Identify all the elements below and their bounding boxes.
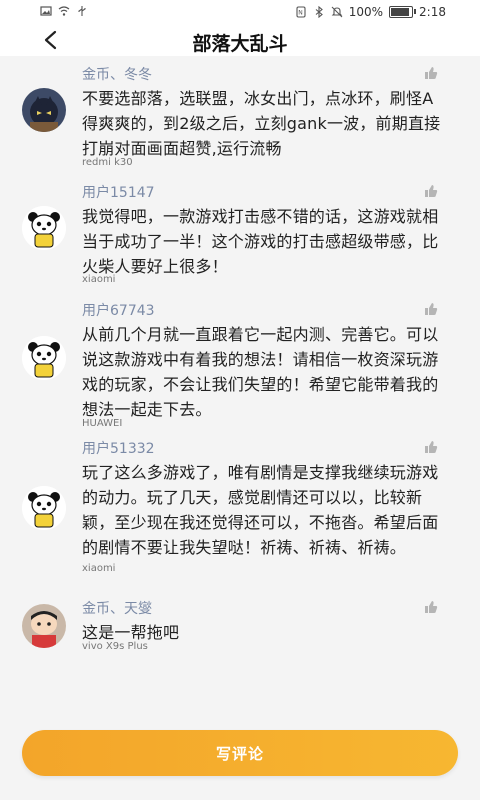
status-bar: N 100% 2:18 [0,0,480,26]
comment-item: 用户15147 我觉得吧，一款游戏打击感不错的话，这游戏就相当于成功了一半！这个… [0,182,480,285]
usb-icon [78,6,86,16]
comment-username[interactable]: 金币、天燮 [82,598,152,618]
panda-avatar-icon [22,206,66,250]
status-bar-notifications [40,5,88,17]
user-avatar[interactable] [22,336,66,380]
thumbs-up-icon[interactable] [424,600,438,614]
panda-avatar-icon [22,336,66,380]
comment-text: 不要选部落，选联盟，冰女出门，点冰环，刷怪A得爽爽的，到2级之后，立刻gank一… [82,89,441,158]
user-avatar[interactable] [22,604,66,648]
comment-device: vivo X9s Plus [82,641,148,652]
battery-icon [389,6,417,18]
comment-username[interactable]: 金币、冬冬 [82,64,152,84]
comment-item: 金币、天燮 这是一帮拖吧 vivo X9s Plus [0,598,480,658]
comment-device: redmi k30 [82,157,133,168]
user-avatar[interactable] [22,206,66,250]
comment-username[interactable]: 用户51332 [82,438,155,458]
comment-item: 用户67743 从前几个月就一直跟着它一起内测、完善它。可以说这款游戏中有着我的… [0,300,480,429]
battery-percentage: 100% [348,5,384,19]
user-avatar[interactable] [22,486,66,530]
mute-icon [331,6,343,18]
comment-username[interactable]: 用户15147 [82,182,155,202]
bluetooth-icon [315,6,323,18]
user-avatar[interactable] [22,88,66,132]
comment-device: HUAWEI [82,418,123,429]
comment-item: 金币、冬冬 不要选部落，选联盟，冰女出门，点冰环，刷怪A得爽爽的，到2级之后，立… [0,64,480,176]
svg-text:N: N [298,10,303,17]
comment-text: 玩了这么多游戏了，唯有剧情是支撑我继续玩游戏的动力。玩了几天，感觉剧情还可以以，… [82,463,439,557]
comment-text: 从前几个月就一直跟着它一起内测、完善它。可以说这款游戏中有着我的想法！请相信一枚… [82,325,439,419]
panda-avatar-icon [22,486,66,530]
comment-username[interactable]: 用户67743 [82,300,155,320]
thumbs-up-icon[interactable] [424,440,438,454]
image-notification-icon [40,6,52,16]
page-title: 部落大乱斗 [192,33,288,55]
comment-text: 我觉得吧，一款游戏打击感不错的话，这游戏就相当于成功了一半！这个游戏的打击感超级… [82,207,439,276]
cartoon-kid-avatar-icon [22,604,66,648]
page-header: 部落大乱斗 [0,26,480,56]
comment-item: 用户51332 玩了这么多游戏了，唯有剧情是支撑我继续玩游戏的动力。玩了几天，感… [0,438,480,583]
thumbs-up-icon[interactable] [424,302,438,316]
status-time: 2:18 [419,5,446,19]
thumbs-up-icon[interactable] [424,184,438,198]
nfc-icon: N [296,6,306,18]
status-bar-system: N 100% 2:18 [295,5,446,19]
comment-device: xiaomi [82,563,116,574]
comment-device: xiaomi [82,274,116,285]
thumbs-up-icon[interactable] [424,66,438,80]
write-comment-button[interactable]: 写评论 [22,730,458,776]
comment-list[interactable]: 金币、冬冬 不要选部落，选联盟，冰女出门，点冰环，刷怪A得爽爽的，到2级之后，立… [0,56,480,800]
wifi-icon [58,6,70,16]
dark-hero-avatar-icon [22,88,66,132]
